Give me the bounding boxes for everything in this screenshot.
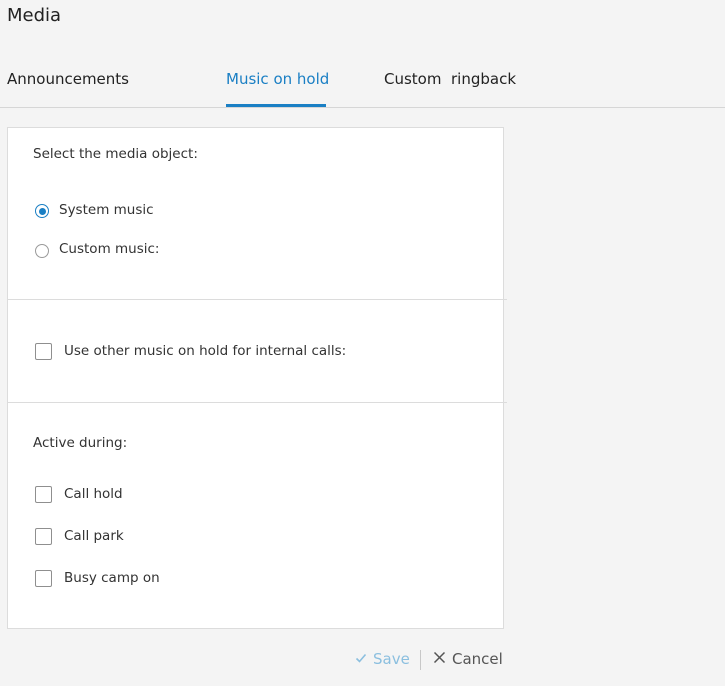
internal-calls-checkbox[interactable] bbox=[35, 343, 52, 360]
tab-bar: Announcements Music on hold Custom ringb… bbox=[0, 60, 725, 108]
check-icon bbox=[355, 650, 367, 668]
save-label: Save bbox=[373, 650, 410, 668]
page-title: Media bbox=[7, 5, 62, 26]
save-button[interactable]: Save bbox=[355, 650, 410, 668]
tab-custom-ringback[interactable]: Custom ringback bbox=[384, 70, 516, 88]
cancel-label: Cancel bbox=[452, 650, 503, 668]
call-park-label[interactable]: Call park bbox=[64, 528, 124, 544]
section-divider bbox=[8, 402, 507, 403]
music-on-hold-panel: Select the media object: System music Cu… bbox=[7, 127, 507, 629]
active-during-heading: Active during: bbox=[33, 435, 128, 451]
internal-calls-label[interactable]: Use other music on hold for internal cal… bbox=[64, 343, 346, 359]
tab-music-on-hold[interactable]: Music on hold bbox=[226, 70, 329, 88]
call-park-checkbox[interactable] bbox=[35, 528, 52, 545]
call-hold-label[interactable]: Call hold bbox=[64, 486, 123, 502]
media-object-heading: Select the media object: bbox=[33, 146, 198, 162]
close-icon bbox=[433, 650, 446, 668]
custom-music-radio[interactable] bbox=[35, 244, 49, 258]
tab-announcements[interactable]: Announcements bbox=[7, 70, 129, 88]
busy-camp-on-checkbox[interactable] bbox=[35, 570, 52, 587]
system-music-radio[interactable] bbox=[35, 204, 49, 218]
call-hold-checkbox[interactable] bbox=[35, 486, 52, 503]
footer-divider bbox=[420, 650, 421, 670]
system-music-label[interactable]: System music bbox=[59, 202, 154, 218]
cancel-button[interactable]: Cancel bbox=[433, 650, 503, 668]
busy-camp-on-label[interactable]: Busy camp on bbox=[64, 570, 160, 586]
section-divider bbox=[8, 299, 507, 300]
custom-music-label[interactable]: Custom music: bbox=[59, 241, 159, 257]
active-tab-indicator bbox=[226, 104, 326, 107]
